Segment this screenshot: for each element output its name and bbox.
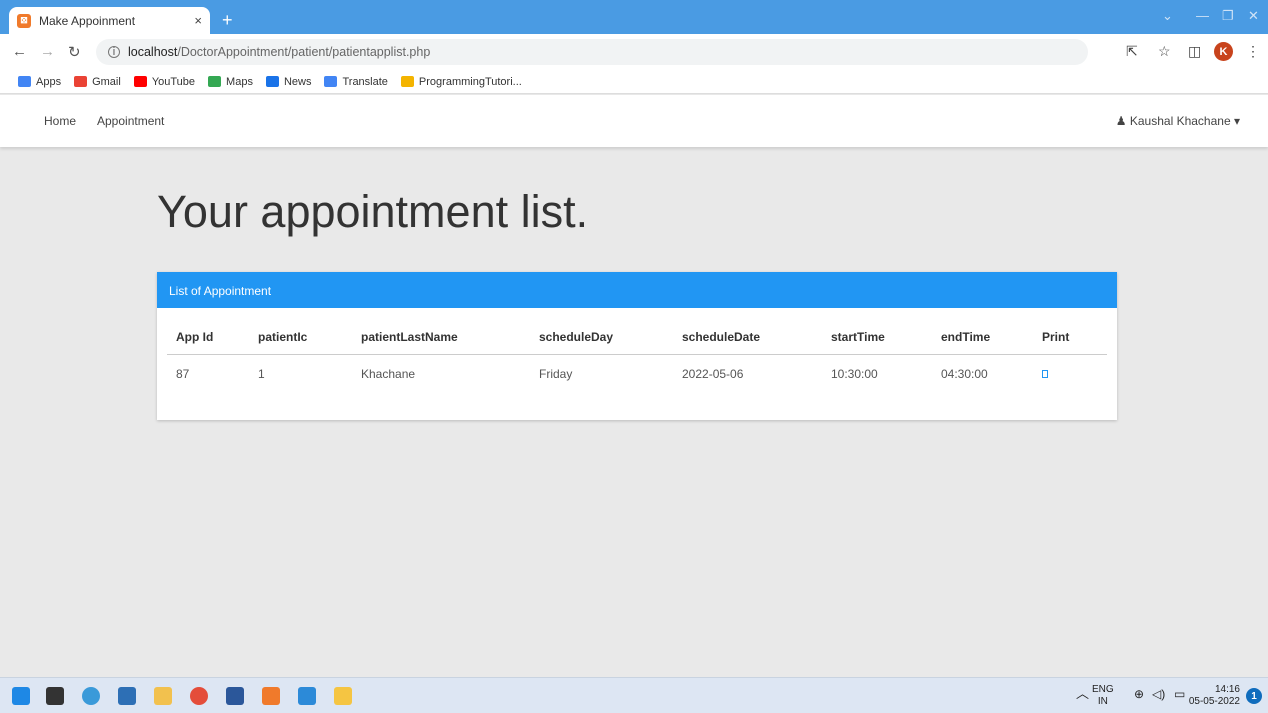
bookmark-news[interactable]: News [265,76,311,88]
col-header: endTime [932,324,1033,355]
col-header: patientLastName [352,324,530,355]
bookmarks-bar: Apps Gmail YouTube Maps News Translate P… [0,70,1268,94]
appointment-table: App Id patientIc patientLastName schedul… [167,324,1107,389]
xampp-favicon-icon: ⊠ [17,13,31,28]
network-icon[interactable]: ⊕ [1134,688,1144,700]
youtube-icon [133,76,147,87]
bookmark-programming[interactable]: ProgrammingTutori... [400,76,522,88]
bookmark-translate[interactable]: Translate [324,76,388,88]
url-host: localhost [128,45,178,59]
task-view-icon[interactable] [46,687,64,705]
tab-title: Make Appoinment [39,13,136,28]
user-name: Kaushal Khachane [1129,114,1231,128]
gmail-icon [74,76,88,87]
reload-icon[interactable]: ↻ [68,43,81,61]
bookmark-gmail[interactable]: Gmail [74,76,121,88]
bookmark-maps[interactable]: Maps [208,76,253,88]
col-header: startTime [822,324,932,355]
col-header: scheduleDay [530,324,673,355]
snipping-tool-icon[interactable] [334,687,352,705]
cell-day: Friday [539,367,573,381]
notification-badge[interactable]: 1 [1246,688,1262,704]
share-icon[interactable]: ⇱ [1126,43,1138,60]
cell-print [1033,355,1107,390]
apps-grid-icon [18,76,31,87]
address-bar-row: ← → ↻ i localhost/DoctorAppointment/pati… [0,34,1268,70]
cell-date: 2022-05-06 [682,367,744,381]
col-header: patientIc [249,324,352,355]
tray-chevron-icon[interactable]: ︿ [1076,687,1089,700]
col-header: scheduleDate [673,324,822,355]
tab-close-icon[interactable]: × [194,13,202,28]
nav-appointment-link[interactable]: Appointment [97,114,164,128]
nav-home-link[interactable]: Home [44,114,76,128]
maps-icon [208,76,222,87]
bookmark-apps[interactable]: Apps [18,76,61,88]
volume-icon[interactable]: ◁) [1152,688,1165,700]
table-header-row: App Id patientIc patientLastName schedul… [167,324,1107,355]
panel-title: List of Appointment [157,272,1117,308]
bookmark-star-icon[interactable]: ☆ [1158,43,1171,60]
site-navbar: Home Appointment ♟ Kaushal Khachane ▾ [0,95,1268,147]
store-icon[interactable] [118,687,136,705]
vscode-icon[interactable] [298,687,316,705]
word-icon[interactable] [226,687,244,705]
site-info-icon[interactable]: i [108,46,120,58]
side-panel-icon[interactable]: ◫ [1188,43,1201,60]
cell-end-time: 04:30:00 [941,367,988,381]
chrome-icon[interactable] [190,687,208,705]
minimize-icon[interactable]: — [1196,8,1209,23]
user-icon: ♟ [1115,114,1127,128]
translate-icon [324,76,338,87]
windows-start-icon[interactable] [12,687,30,705]
xampp-icon[interactable] [262,687,280,705]
url-path: /DoctorAppointment/patient/patientapplis… [177,45,431,59]
back-icon[interactable]: ← [12,43,27,60]
browser-tab-bar: ⊠ Make Appoinment × + ⌄ — ❐ ✕ [0,0,1268,34]
col-header: Print [1033,324,1107,355]
new-tab-button[interactable]: + [222,10,233,31]
language-indicator[interactable]: ENG IN [1092,684,1114,708]
tab-search-icon[interactable]: ⌄ [1162,8,1173,24]
cell-patient-ic: 1 [258,367,265,381]
profile-avatar[interactable]: K [1214,42,1233,61]
forward-icon[interactable]: → [40,43,55,60]
cell-last-name: Khachane [361,367,416,381]
browser-tab[interactable]: ⊠ Make Appoinment × [9,7,210,34]
edge-icon[interactable] [82,687,100,705]
caret-down-icon: ▾ [1233,114,1240,128]
news-icon [265,76,279,87]
clock[interactable]: 14:16 05-05-2022 [1188,684,1240,708]
file-explorer-icon[interactable] [154,687,172,705]
code-icon [400,76,414,87]
print-icon[interactable] [1042,370,1048,378]
col-header: App Id [167,324,249,355]
page-title: Your appointment list. [157,186,589,237]
bookmark-youtube[interactable]: YouTube [133,76,195,88]
user-menu[interactable]: ♟ Kaushal Khachane ▾ [1116,114,1240,128]
restore-icon[interactable]: ❐ [1222,8,1234,24]
os-taskbar: ︿ ENG IN ⊕ ◁) ▭ 14:16 05-05-2022 1 [0,677,1268,713]
cell-app-id: 87 [176,367,190,381]
url-input[interactable]: i localhost/DoctorAppointment/patient/pa… [96,39,1088,65]
table-row: 87 1 Khachane Friday 2022-05-06 10:30:00… [167,355,1107,390]
battery-icon[interactable]: ▭ [1174,688,1185,700]
close-window-icon[interactable]: ✕ [1248,8,1259,24]
menu-kebab-icon[interactable]: ⋮ [1246,43,1260,60]
cell-start-time: 10:30:00 [831,367,878,381]
appointment-panel: List of Appointment App Id patientIc pat… [157,272,1117,420]
